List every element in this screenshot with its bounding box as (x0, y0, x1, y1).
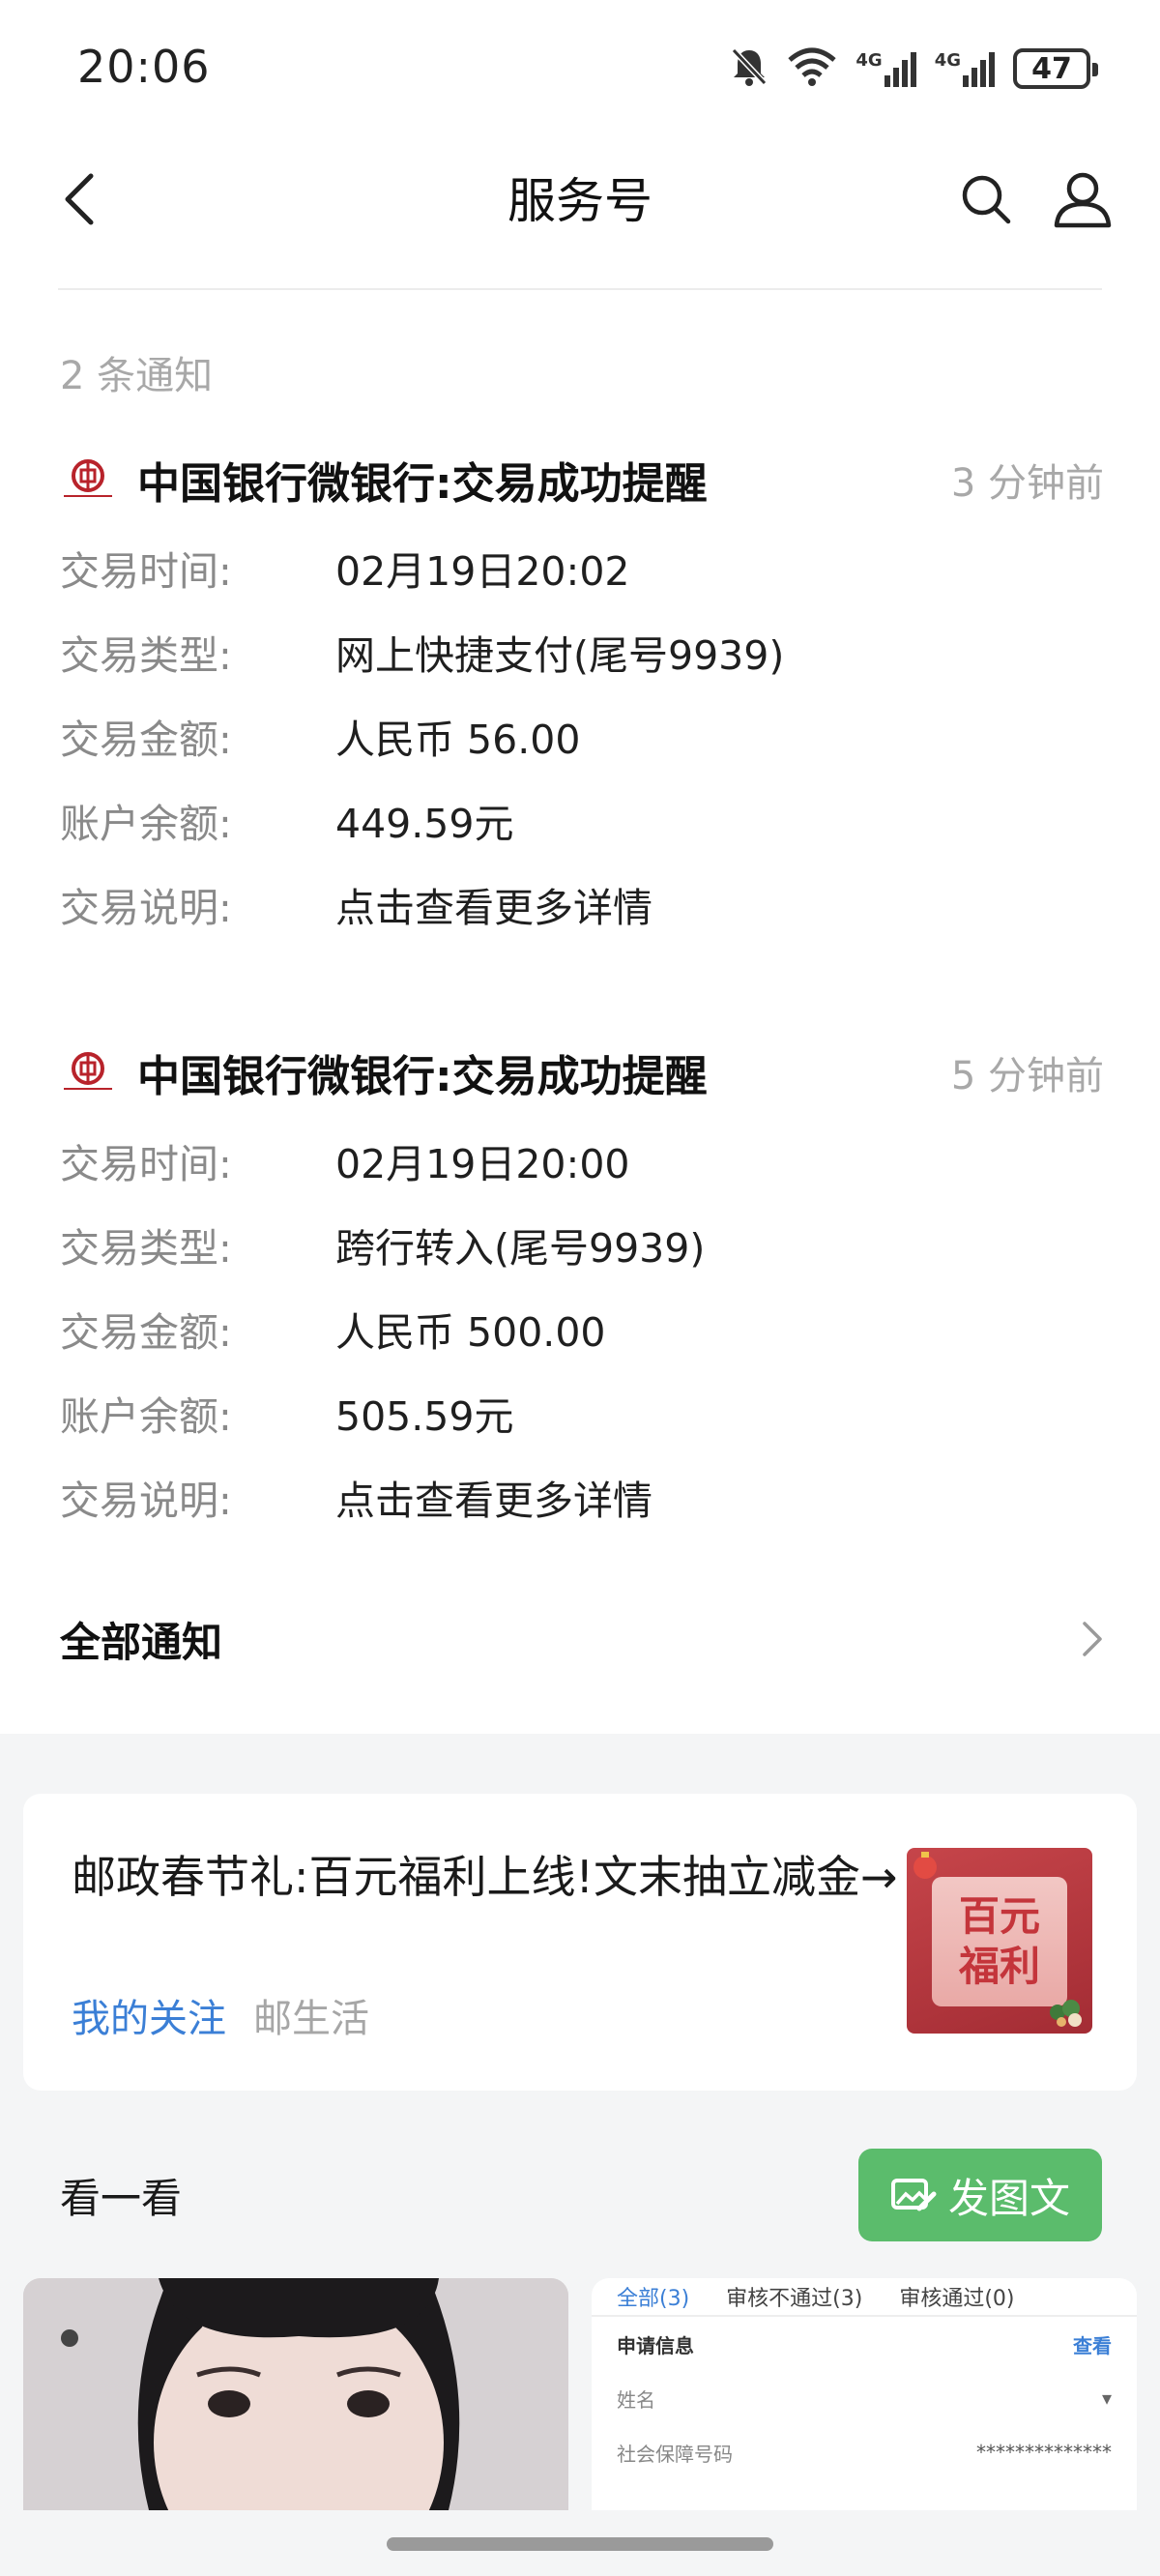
detail-value: 点击查看更多详情 (335, 884, 652, 931)
all-notifications-link[interactable]: 全部通知 (60, 1605, 1104, 1673)
notification-title: 中国银行微银行:交易成功提醒 (137, 1052, 708, 1101)
chevron-right-icon (1083, 1622, 1102, 1656)
search-icon (962, 175, 1011, 224)
feed-tile-section-title: 申请信息 (617, 2333, 694, 2357)
detail-value: 跨行转入(尾号9939) (335, 1224, 706, 1272)
bank-of-china-logo-icon (60, 1044, 116, 1100)
detail-value: 人民币 56.00 (335, 716, 581, 763)
detail-value: 网上快捷支付(尾号9939) (335, 631, 785, 679)
feed-tab: 全部(3) (617, 2287, 690, 2311)
header-bar: 服务号 (58, 145, 1112, 290)
detail-row: 交易类型: 跨行转入(尾号9939) (60, 1202, 1104, 1286)
detail-row: 交易类型: 网上快捷支付(尾号9939) (60, 609, 1104, 693)
feed-tile-row-value: ************** (976, 2441, 1112, 2464)
detail-value: 02月19日20:00 (335, 1140, 630, 1187)
page-title: 服务号 (508, 173, 652, 229)
post-button-label: 发图文 (947, 2174, 1070, 2222)
look-section-title: 看一看 (60, 2175, 183, 2222)
battery-icon: 47 (1013, 48, 1098, 89)
promo-thumbnail-badge: 百元 福利 (932, 1877, 1067, 2006)
detail-row: 交易说明: 点击查看更多详情 (60, 1454, 1104, 1538)
image-edit-icon (890, 2179, 937, 2211)
notification-count: 2 条通知 (60, 354, 214, 398)
bank-of-china-logo-icon (60, 452, 116, 508)
detail-key: 账户余额: (60, 1392, 232, 1440)
detail-key: 交易金额: (60, 1308, 232, 1356)
detail-row: 交易时间: 02月19日20:02 (60, 525, 1104, 609)
detail-row: 交易金额: 人民币 56.00 (60, 693, 1104, 777)
promo-article-card[interactable]: 邮政春节礼:百元福利上线!文末抽立减金→ 我的关注 邮生活 百元 福利 (23, 1794, 1137, 2091)
detail-value: 人民币 500.00 (335, 1308, 606, 1356)
thumbnail-text-line-2: 福利 (958, 1943, 1040, 1990)
thumbnail-text-line-1: 百元 (958, 1892, 1040, 1940)
detail-row: 交易金额: 人民币 500.00 (60, 1286, 1104, 1370)
all-notifications-label: 全部通知 (60, 1618, 223, 1666)
detail-key: 交易说明: (60, 1477, 232, 1524)
feed-tab: 审核不通过(3) (726, 2287, 863, 2311)
detail-key: 交易说明: (60, 884, 232, 931)
search-button[interactable] (947, 161, 1025, 238)
feed-screenshot-tile[interactable]: 全部(3) 审核不通过(3) 审核通过(0) 申请信息 查看 姓名 ▾ 社会保障… (592, 2278, 1137, 2510)
detail-key: 交易金额: (60, 716, 232, 763)
detail-value: 02月19日20:02 (335, 547, 630, 595)
portrait-photo (23, 2278, 568, 2510)
feed-tile-link: 查看 (1073, 2333, 1112, 2357)
pin-icon: ▾ (1101, 2386, 1112, 2410)
profile-button[interactable] (1044, 161, 1121, 238)
detail-row: 账户余额: 505.59元 (60, 1370, 1104, 1454)
post-image-text-button[interactable]: 发图文 (858, 2149, 1102, 2241)
feed-tab: 审核通过(0) (899, 2287, 1015, 2311)
promo-thumbnail: 百元 福利 (907, 1848, 1092, 2034)
detail-row: 账户余额: 449.59元 (60, 777, 1104, 862)
feed-tile-section-row: 申请信息 查看 (592, 2317, 1137, 2371)
status-icons: 4G 4G 47 (730, 44, 1098, 93)
feed-tile-row: 社会保障号码 ************** (592, 2425, 1137, 2479)
status-bar: 20:06 4G 4G 47 (0, 0, 1160, 145)
feed-tile-row-label: 社会保障号码 (617, 2442, 733, 2466)
detail-key: 交易类型: (60, 1224, 232, 1272)
home-indicator[interactable] (387, 2537, 773, 2551)
promo-meta: 我的关注 邮生活 (72, 1987, 369, 2043)
signal-4g-icon: 4G (856, 50, 916, 87)
notification-header: 中国银行微银行:交易成功提醒 3 分钟前 (60, 446, 1104, 513)
promo-article-title: 邮政春节礼:百元福利上线!文末抽立减金→ (72, 1851, 898, 1903)
detail-value: 点击查看更多详情 (335, 1477, 652, 1524)
feed-tile-tabs: 全部(3) 审核不通过(3) 审核通过(0) (592, 2278, 1137, 2317)
battery-level: 47 (1031, 51, 1072, 86)
feed-image-tile[interactable] (23, 2278, 568, 2510)
detail-key: 账户余额: (60, 800, 232, 847)
article-source: 邮生活 (253, 1997, 369, 2041)
notification-card[interactable]: 中国银行微银行:交易成功提醒 3 分钟前 交易时间: 02月19日20:02 交… (60, 446, 1104, 946)
detail-key: 交易类型: (60, 631, 232, 679)
feed-tile-row-label: 姓名 (617, 2387, 655, 2412)
detail-key: 交易时间: (60, 1140, 232, 1187)
feed-tile-row: 姓名 ▾ (592, 2371, 1137, 2425)
lantern-icon (914, 1852, 937, 1879)
network-type-label-2: 4G (934, 50, 961, 71)
detail-key: 交易时间: (60, 547, 232, 595)
wifi-icon (786, 46, 838, 91)
notification-time: 3 分钟前 (950, 461, 1104, 506)
flower-decoration-icon (1050, 2000, 1082, 2027)
user-icon (1054, 172, 1112, 228)
notification-card[interactable]: 中国银行微银行:交易成功提醒 5 分钟前 交易时间: 02月19日20:00 交… (60, 1039, 1104, 1538)
detail-value: 449.59元 (335, 800, 514, 847)
mute-bell-icon (730, 46, 768, 91)
notification-title: 中国银行微银行:交易成功提醒 (137, 459, 708, 509)
signal-4g-icon-2: 4G (935, 50, 996, 87)
my-follow-link[interactable]: 我的关注 (72, 1987, 226, 2043)
detail-value: 505.59元 (335, 1392, 514, 1440)
status-time: 20:06 (77, 41, 211, 93)
notification-header: 中国银行微银行:交易成功提醒 5 分钟前 (60, 1039, 1104, 1106)
network-type-label: 4G (856, 50, 883, 71)
detail-row: 交易说明: 点击查看更多详情 (60, 862, 1104, 946)
notification-time: 5 分钟前 (950, 1054, 1104, 1098)
detail-row: 交易时间: 02月19日20:00 (60, 1118, 1104, 1202)
